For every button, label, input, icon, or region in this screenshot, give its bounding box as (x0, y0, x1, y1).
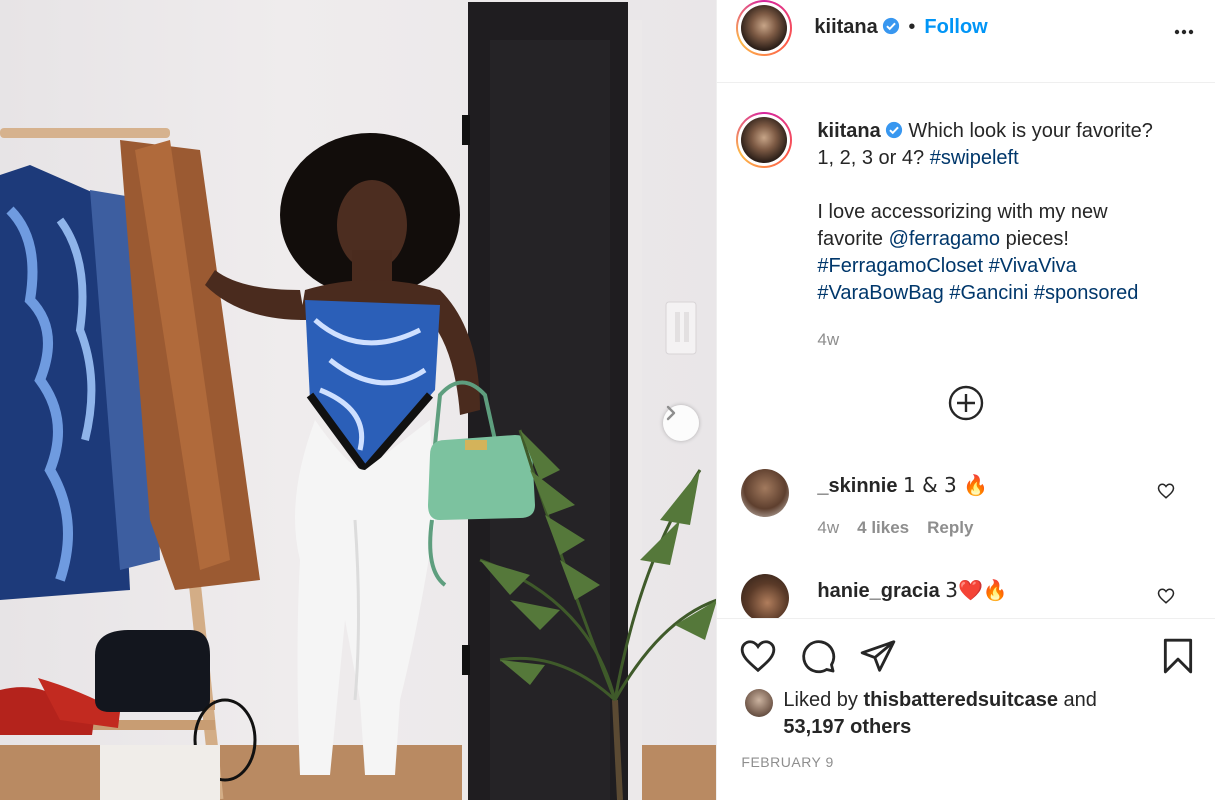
comment-avatar[interactable] (741, 469, 790, 517)
caption-line-2: 1, 2, 3 or 4? (817, 147, 930, 169)
comment-meta: 4w 4 likes Reply (817, 518, 991, 538)
verified-badge-icon (885, 121, 902, 139)
post-caption: kiitana Which look is your favorite? 1, … (817, 118, 1197, 307)
comment-avatar[interactable] (741, 574, 790, 622)
caption-hashtags-1[interactable]: #FerragamoCloset #VivaViva (817, 253, 1197, 280)
caption-hashtags-2[interactable]: #VaraBowBag #Gancini #sponsored (817, 280, 1197, 307)
post-date[interactable]: FEBRUARY 9 (741, 754, 833, 770)
photo-illustration (0, 2, 717, 800)
liked-by-text: Liked by thisbatteredsuitcase and 53,197… (783, 689, 1097, 738)
follow-button[interactable]: Follow (924, 16, 987, 39)
caption-line-3: I love accessorizing with my new (817, 201, 1108, 223)
heart-icon[interactable] (739, 637, 777, 675)
author-username[interactable]: kiitana (814, 16, 899, 39)
comment-likes[interactable]: 4 likes (857, 518, 909, 537)
caption-timestamp[interactable]: 4w (817, 330, 839, 350)
chevron-right-icon (666, 405, 676, 421)
comment-bubble-icon[interactable] (799, 637, 837, 675)
reply-button[interactable]: Reply (927, 518, 973, 537)
comment-text: 3❤️🔥 (945, 578, 1008, 602)
comment-text: 1 & 3 🔥 (903, 473, 989, 497)
liker-avatar[interactable] (745, 689, 774, 717)
paper-plane-icon[interactable] (859, 637, 897, 675)
likes-count[interactable]: 53,197 others (783, 716, 911, 738)
comment-username[interactable]: hanie_gracia 3❤️🔥 (817, 578, 1007, 603)
comment-age[interactable]: 4w (817, 518, 839, 537)
post-side-panel: kiitana • Follow kiitana Which look is y… (716, 0, 1215, 801)
caption-line-4a: favorite (817, 228, 889, 250)
caption-line-1: Which look is your favorite? (908, 120, 1153, 142)
comment-heart-icon[interactable] (1157, 482, 1175, 500)
post-photo[interactable] (0, 0, 717, 800)
comment-heart-icon[interactable] (1157, 587, 1175, 605)
caption-author-avatar[interactable] (736, 112, 793, 168)
caption-username[interactable]: kiitana (817, 120, 880, 142)
more-options-icon[interactable] (1172, 20, 1196, 44)
post-actions: Liked by thisbatteredsuitcase and 53,197… (717, 618, 1215, 801)
liker-username[interactable]: thisbatteredsuitcase (863, 689, 1058, 711)
post-header: kiitana • Follow (717, 0, 1215, 83)
verified-badge-icon (882, 17, 899, 35)
header-separator: • (908, 16, 916, 38)
next-photo-button[interactable] (663, 405, 699, 441)
caption-line-4b: pieces! (1000, 228, 1069, 250)
mention-ferragamo[interactable]: @ferragamo (889, 228, 1000, 250)
bookmark-icon[interactable] (1159, 637, 1197, 675)
comment-username[interactable]: _skinnie 1 & 3 🔥 (817, 473, 988, 498)
author-avatar[interactable] (736, 0, 793, 56)
plus-circle-icon[interactable] (948, 385, 984, 421)
hashtag-swipeleft[interactable]: #swipeleft (930, 147, 1019, 169)
